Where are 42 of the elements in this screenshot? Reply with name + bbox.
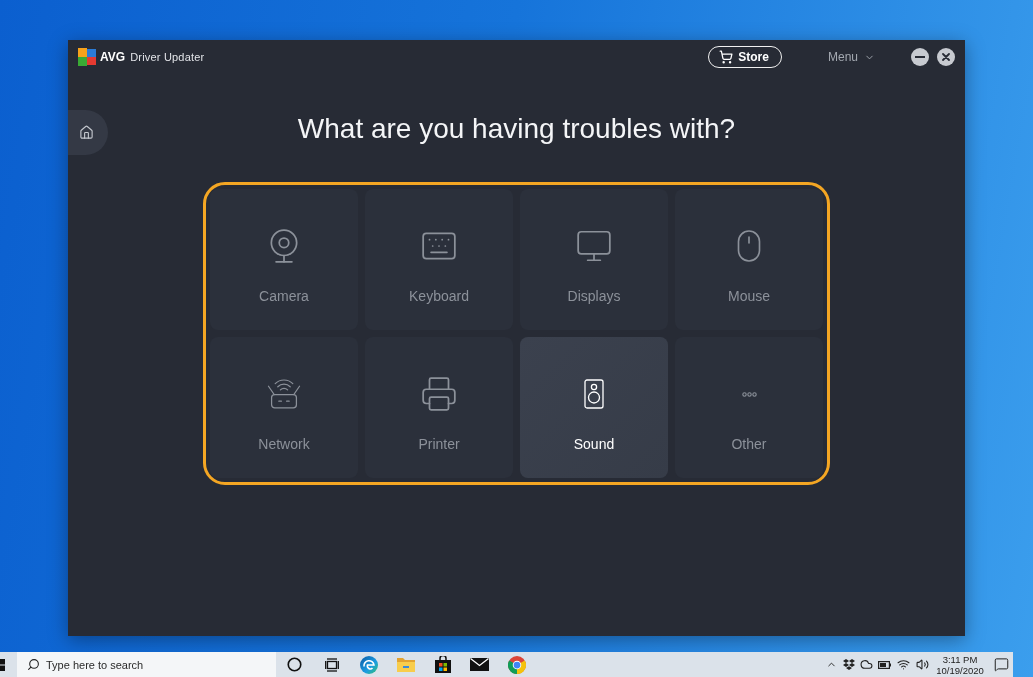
menu-button[interactable]: Menu <box>827 50 875 64</box>
message-icon[interactable] <box>993 657 1009 672</box>
wifi-icon[interactable] <box>896 658 910 671</box>
search-field[interactable]: Type here to search <box>17 652 276 677</box>
cloud-icon[interactable] <box>860 658 873 671</box>
minus-icon <box>915 56 925 58</box>
tricolor-circle-icon[interactable] <box>507 655 526 674</box>
logo-icon <box>78 48 96 66</box>
clock-date[interactable]: 10/19/2020 <box>936 664 984 676</box>
speaker-icon <box>584 379 604 409</box>
router-icon <box>266 379 302 409</box>
close-icon <box>942 53 950 61</box>
printer-icon <box>420 375 458 413</box>
cart-icon <box>719 50 734 64</box>
category-tile[interactable]: Network <box>210 337 358 478</box>
app-title: Driver Updater <box>130 51 205 63</box>
envelope-icon[interactable] <box>470 658 489 671</box>
box-icon[interactable] <box>843 659 855 670</box>
search-icon <box>27 658 40 671</box>
category-tile[interactable]: Other <box>675 337 823 478</box>
close-button[interactable] <box>937 48 955 66</box>
home-button[interactable] <box>68 110 108 155</box>
page-heading: What are you having troubles with? <box>297 112 736 146</box>
category-tile[interactable]: Keyboard <box>365 189 513 330</box>
category-tile[interactable]: Printer <box>365 337 513 478</box>
brand-text: AVG <box>100 50 126 64</box>
home-icon <box>78 125 94 140</box>
task-view-icon[interactable] <box>324 657 339 672</box>
clock-time[interactable]: 3:11 PM <box>942 653 978 665</box>
ellipsis-icon <box>741 391 757 397</box>
minimize-button[interactable] <box>911 48 929 66</box>
windows-logo-icon[interactable] <box>0 658 5 671</box>
swirl-icon[interactable] <box>359 655 378 674</box>
battery-icon[interactable] <box>877 660 891 669</box>
category-tile[interactable]: Sound <box>520 337 668 478</box>
volume-icon[interactable] <box>915 658 929 671</box>
category-tile[interactable]: Displays <box>520 189 668 330</box>
shopping-bag-icon[interactable] <box>434 656 451 673</box>
category-tile[interactable]: Mouse <box>675 189 823 330</box>
category-tile[interactable]: Camera <box>210 189 358 330</box>
circle-icon[interactable] <box>287 657 302 672</box>
folder-icon[interactable] <box>396 657 415 672</box>
